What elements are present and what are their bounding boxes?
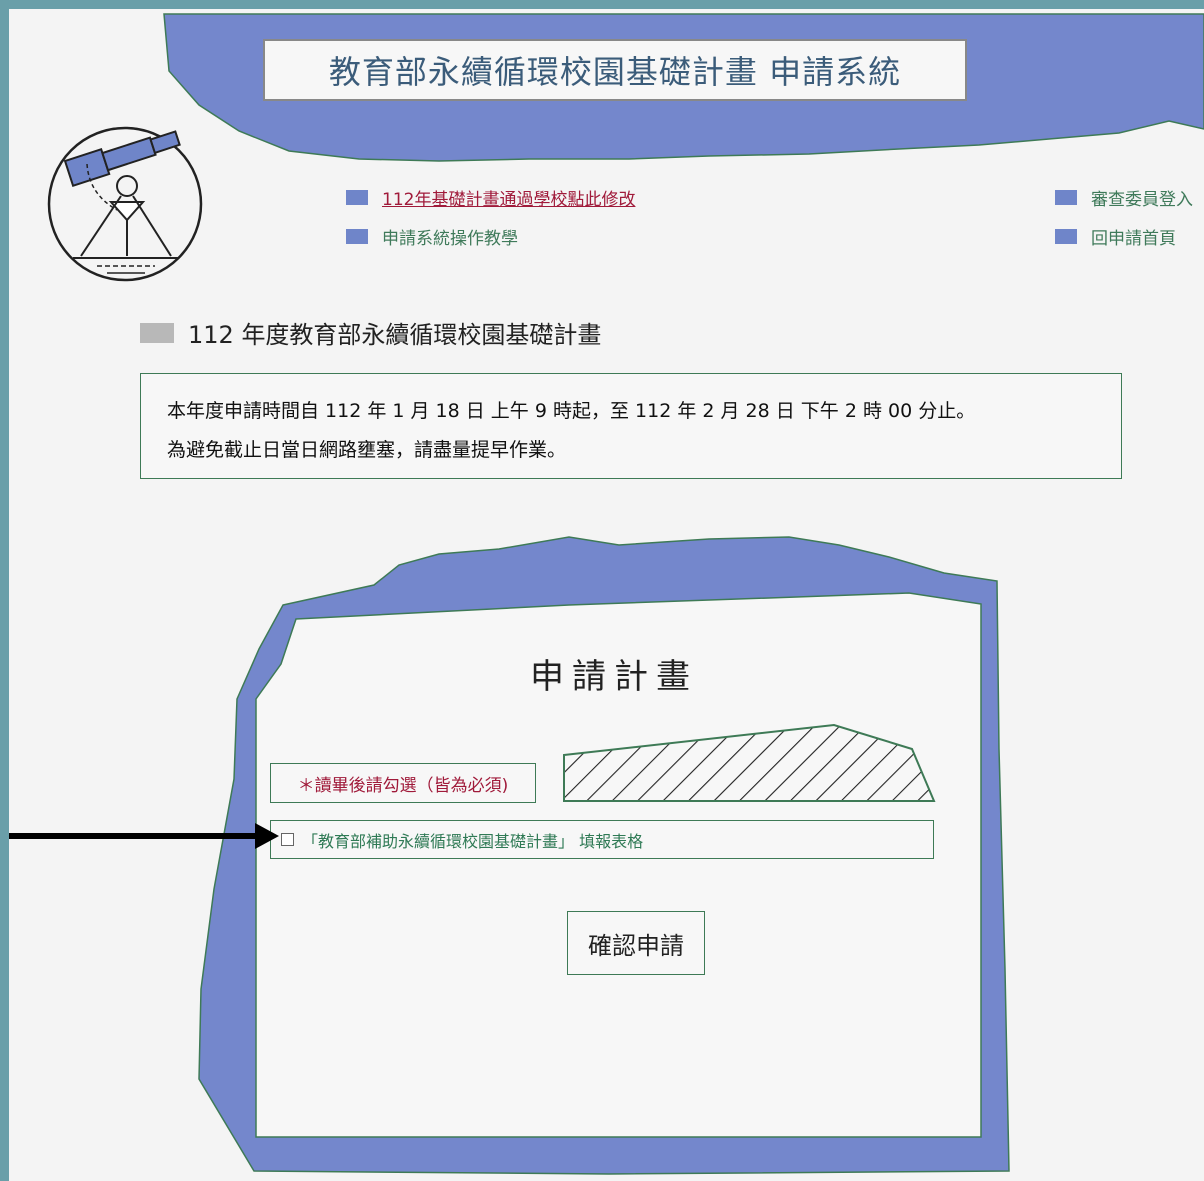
arrow-pointer-icon [9, 823, 279, 849]
required-note: ＊讀畢後請勾選（皆為必須) [270, 763, 536, 803]
confirm-apply-button[interactable]: 確認申請 [567, 911, 705, 975]
hatched-decoration [563, 723, 936, 802]
agreement-checkbox-row[interactable]: 「教育部補助永續循環校園基礎計畫」 填報表格 [270, 820, 934, 859]
agreement-checkbox-label[interactable]: 「教育部補助永續循環校園基礎計畫」 填報表格 [302, 828, 643, 852]
form-title: 申請計畫 [530, 657, 698, 697]
page: 教育部永續循環校園基礎計畫 申請系統 112年基礎計畫通過學校點此修改 申請系統… [9, 9, 1204, 1181]
